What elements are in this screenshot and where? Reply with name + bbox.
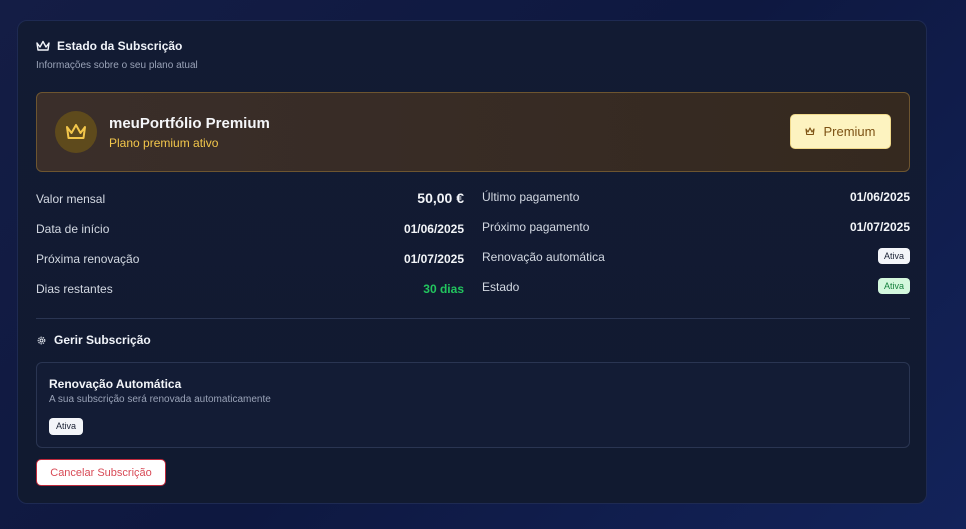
plan-status: Plano premium ativo	[109, 136, 219, 150]
auto-renewal-panel: Renovação Automática A sua subscrição se…	[36, 362, 910, 448]
card-subtitle: Informações sobre o seu plano atual	[36, 60, 198, 71]
detail-value: 30 dias	[423, 282, 464, 296]
gear-icon	[37, 336, 46, 344]
plan-avatar	[55, 111, 97, 153]
detail-value: 01/07/2025	[403, 252, 464, 266]
detail-row-last-payment: Último pagamento 01/06/2025	[482, 184, 910, 214]
cancel-subscription-button[interactable]: Cancelar Subscrição	[36, 459, 166, 486]
details-left: Valor mensal 50,00 € Data de início 01/0…	[36, 186, 464, 306]
card-header: Estado da Subscrição Informações sobre o…	[36, 39, 198, 71]
detail-row-auto-renewal: Renovação automática Ativa	[482, 244, 910, 274]
detail-row-next-renewal: Próxima renovação 01/07/2025	[36, 246, 464, 276]
plan-banner: meuPortfólio Premium Plano premium ativo…	[36, 92, 910, 172]
plan-name: meuPortfólio Premium	[109, 115, 270, 132]
auto-renewal-title: Renovação Automática	[49, 377, 182, 391]
detail-label: Valor mensal	[36, 192, 106, 206]
detail-row-monthly-value: Valor mensal 50,00 €	[36, 186, 464, 216]
detail-value: 01/06/2025	[849, 190, 910, 204]
crown-icon	[66, 124, 86, 139]
detail-value: 01/07/2025	[849, 220, 910, 234]
detail-label: Próximo pagamento	[482, 220, 590, 234]
card-title-text: Estado da Subscrição	[57, 39, 183, 53]
crown-icon	[36, 40, 50, 51]
details-right: Último pagamento 01/06/2025 Próximo paga…	[482, 184, 910, 304]
auto-renewal-subtitle: A sua subscrição será renovada automatic…	[49, 394, 271, 405]
detail-value: 01/06/2025	[403, 222, 464, 236]
detail-row-next-payment: Próximo pagamento 01/07/2025	[482, 214, 910, 244]
auto-renewal-badge: Ativa	[49, 418, 84, 435]
section-divider	[36, 318, 910, 319]
detail-label: Próxima renovação	[36, 252, 140, 266]
premium-button[interactable]: Premium	[790, 114, 891, 149]
manage-section-title: Gerir Subscrição	[36, 333, 151, 347]
detail-row-start-date: Data de início 01/06/2025	[36, 216, 464, 246]
manage-title-text: Gerir Subscrição	[54, 333, 151, 347]
detail-label: Último pagamento	[482, 190, 580, 204]
status-badge: Ativa	[877, 278, 910, 294]
crown-icon	[805, 127, 816, 136]
detail-label: Renovação automática	[482, 250, 605, 264]
detail-row-days-remaining: Dias restantes 30 dias	[36, 276, 464, 306]
premium-button-label: Premium	[823, 124, 876, 139]
status-badge: Ativa	[877, 248, 910, 264]
detail-label: Estado	[482, 280, 520, 294]
subscription-card: Estado da Subscrição Informações sobre o…	[17, 20, 927, 504]
detail-label: Data de início	[36, 222, 110, 236]
card-title: Estado da Subscrição	[36, 39, 198, 53]
detail-value: 50,00 €	[417, 190, 464, 206]
detail-row-state: Estado Ativa	[482, 274, 910, 304]
detail-label: Dias restantes	[36, 282, 113, 296]
